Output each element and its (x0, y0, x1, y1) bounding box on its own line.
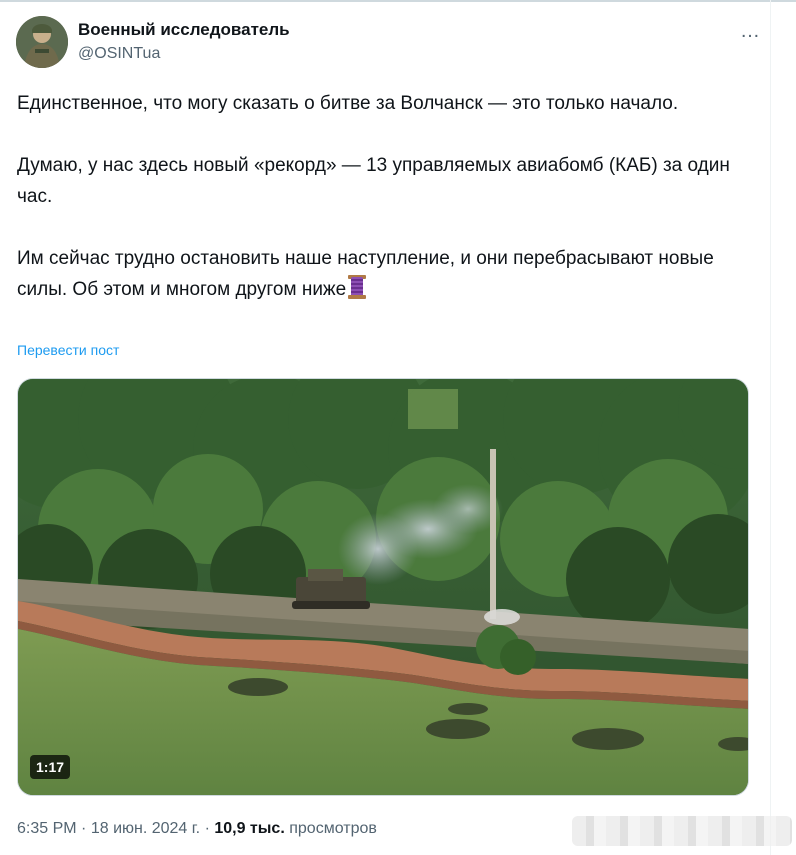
blurred-watermark (572, 816, 792, 846)
video-duration-badge: 1:17 (30, 755, 71, 779)
tweet-date[interactable]: 18 июн. 2024 г. (91, 820, 200, 837)
translate-post-link[interactable]: Перевести пост (17, 342, 119, 358)
avatar[interactable] (16, 16, 68, 68)
tweet-paragraph: Единственное, что могу сказать о битве з… (17, 93, 679, 114)
views-count[interactable]: 10,9 тыс. (214, 820, 284, 837)
video-thumbnail[interactable] (17, 378, 749, 796)
tweet-paragraph: Им сейчас трудно остановить наше наступл… (17, 243, 757, 305)
tweet-paragraph-text: Думаю, у нас здесь новый «рекорд» — 13 у… (17, 155, 730, 207)
views-label: просмотров (289, 820, 377, 837)
author-display-name[interactable]: Военный исследователь (78, 20, 290, 40)
video-frame-image (18, 379, 748, 795)
author-handle[interactable]: @OSINTua (78, 45, 160, 63)
frame-border-right (770, 0, 771, 855)
thread-spool-icon (348, 275, 368, 299)
tweet-text: Единственное, что могу сказать о битве з… (17, 88, 757, 305)
tweet-header: Военный исследователь @OSINTua … (16, 14, 761, 70)
more-options-icon[interactable]: … (740, 20, 761, 43)
tweet-metadata: 6:35 PM · 18 июн. 2024 г. · 10,9 тыс. пр… (17, 820, 377, 838)
frame-border-top (0, 0, 796, 2)
tweet-time[interactable]: 6:35 PM (17, 820, 77, 837)
avatar-image-icon (16, 16, 68, 68)
tweet-paragraph: Думаю, у нас здесь новый «рекорд» — 13 у… (17, 150, 757, 212)
meta-separator: · (204, 820, 210, 837)
meta-separator: · (81, 820, 87, 837)
